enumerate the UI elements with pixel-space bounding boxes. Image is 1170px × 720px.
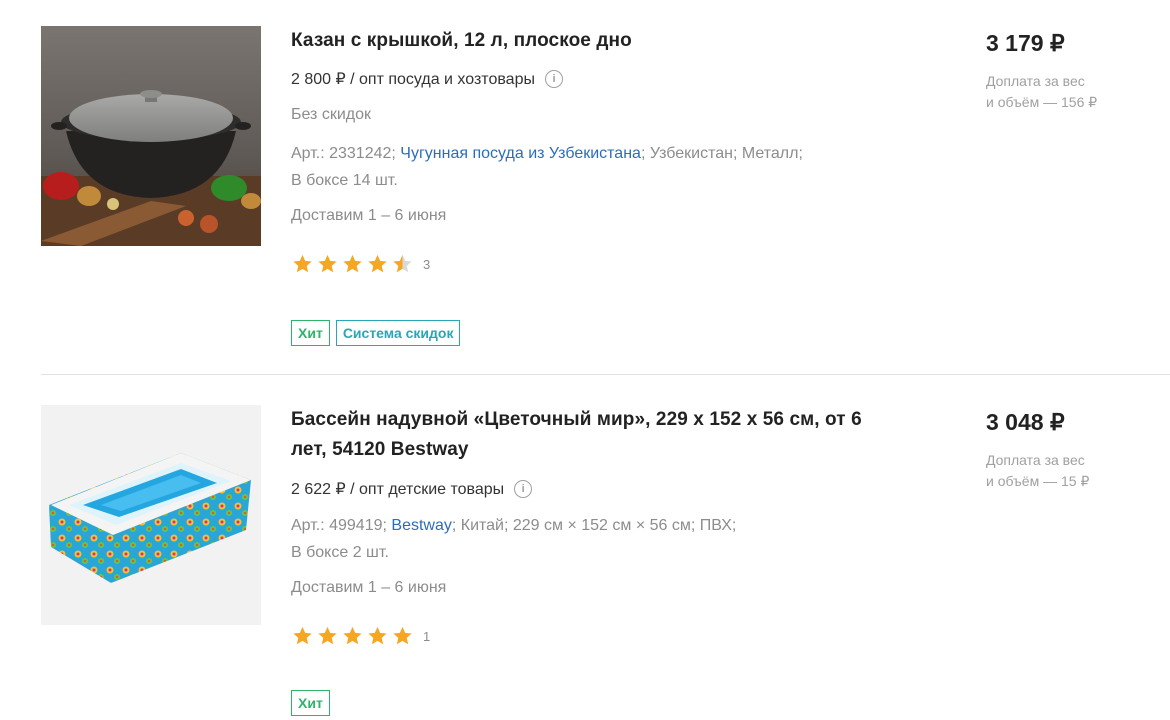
product-title[interactable]: Бассейн надувной «Цветочный мир», 229 х …: [291, 405, 891, 465]
delivery-info: Доставим 1 – 6 июня: [291, 579, 447, 596]
badges: Хит Система скидок: [291, 320, 461, 346]
info-icon[interactable]: i: [544, 70, 563, 88]
info-icon[interactable]: i: [514, 480, 533, 498]
weight-surcharge: Доплата за вес и объём — 156 ₽: [986, 71, 1156, 113]
discount-note: Без скидок: [291, 106, 371, 123]
rating-count: 1: [423, 628, 431, 644]
star-full-icon: [318, 626, 337, 645]
meta-article: Арт.: 499419;: [291, 517, 392, 534]
rating[interactable]: 3: [291, 253, 430, 275]
product-image[interactable]: [41, 405, 261, 625]
rating-count: 3: [423, 256, 431, 272]
star-full-icon: [368, 254, 387, 273]
box-quantity: В боксе 14 шт.: [291, 172, 398, 189]
product-image[interactable]: [41, 26, 261, 246]
inflatable-pool-image-icon: [41, 405, 261, 625]
weight-surcharge: Доплата за вес и объём — 15 ₽: [986, 450, 1156, 492]
product-card-1: Казан с крышкой, 12 л, плоское дно 2 800…: [0, 0, 1170, 375]
star-full-icon: [343, 254, 362, 273]
wholesale-price: 2 622 ₽ / опт детские товары i: [291, 479, 533, 499]
product-meta: Арт.: 2331242; Чугунная посуда из Узбеки…: [291, 140, 911, 194]
meta-attributes: ; Китай; 229 см × 152 см × 56 см; ПВХ;: [451, 517, 737, 534]
badge-discount-system[interactable]: Система скидок: [335, 320, 461, 346]
wholesale-price: 2 800 ₽ / опт посуда и хозтовары i: [291, 69, 563, 89]
star-full-icon: [293, 254, 312, 273]
wholesale-price-text: 2 800 ₽ / опт посуда и хозтовары: [291, 71, 535, 88]
surcharge-line-1: Доплата за вес: [986, 73, 1085, 89]
star-full-icon: [293, 626, 312, 645]
product-title[interactable]: Казан с крышкой, 12 л, плоское дно: [291, 26, 891, 56]
star-full-icon: [343, 626, 362, 645]
delivery-info: Доставим 1 – 6 июня: [291, 207, 447, 224]
badge-hit[interactable]: Хит: [291, 690, 330, 716]
product-card-2: Бассейн надувной «Цветочный мир», 229 х …: [0, 375, 1170, 720]
product-meta: Арт.: 499419; Bestway; Китай; 229 см × 1…: [291, 512, 911, 566]
cauldron-image-icon: [41, 26, 261, 246]
badge-hit[interactable]: Хит: [291, 320, 330, 346]
price: 3 048 ₽: [986, 409, 1065, 435]
badges: Хит: [291, 690, 330, 716]
rating[interactable]: 1: [291, 625, 430, 647]
star-half-icon: [393, 254, 412, 273]
surcharge-line-2: и объём — 156 ₽: [986, 94, 1098, 110]
meta-attributes: ; Узбекистан; Металл;: [640, 145, 803, 162]
price: 3 179 ₽: [986, 30, 1065, 56]
surcharge-line-1: Доплата за вес: [986, 452, 1085, 468]
brand-link[interactable]: Bestway: [391, 517, 451, 534]
surcharge-line-2: и объём — 15 ₽: [986, 473, 1090, 489]
meta-article: Арт.: 2331242;: [291, 145, 401, 162]
collection-link[interactable]: Чугунная посуда из Узбекистана: [400, 145, 641, 162]
star-full-icon: [368, 626, 387, 645]
wholesale-price-text: 2 622 ₽ / опт детские товары: [291, 481, 505, 498]
box-quantity: В боксе 2 шт.: [291, 544, 389, 561]
star-full-icon: [393, 626, 412, 645]
star-full-icon: [318, 254, 337, 273]
